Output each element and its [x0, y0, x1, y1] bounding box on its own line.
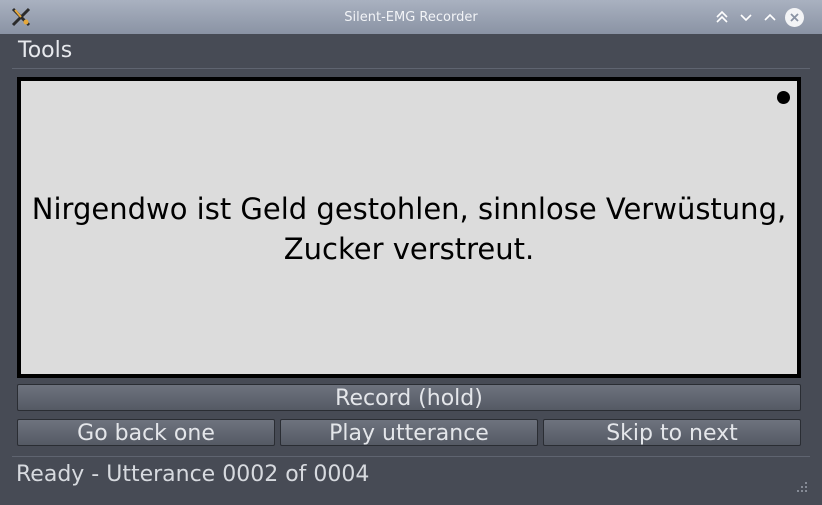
title-bar[interactable]: Silent-EMG Recorder — [0, 0, 822, 34]
record-button[interactable]: Record (hold) — [17, 384, 801, 411]
prompt-line-1: Nirgendwo ist Geld gestohlen, sinnlose V… — [31, 192, 787, 226]
prompt-display: Nirgendwo ist Geld gestohlen, sinnlose V… — [17, 77, 801, 378]
close-button[interactable] — [785, 8, 804, 27]
recording-dot-icon — [777, 91, 790, 104]
menubar-divider — [12, 68, 810, 69]
statusbar-divider — [12, 456, 810, 457]
play-utterance-button[interactable]: Play utterance — [280, 419, 538, 446]
menu-tools[interactable]: Tools — [18, 38, 72, 63]
skip-next-button[interactable]: Skip to next — [543, 419, 801, 446]
close-icon — [790, 13, 799, 22]
window-title: Silent-EMG Recorder — [344, 10, 478, 25]
keep-above-icon[interactable] — [713, 9, 731, 26]
resize-grip-icon[interactable] — [796, 481, 808, 493]
prompt-line-2: Zucker verstreut. — [283, 232, 535, 266]
status-text: Ready - Utterance 0002 of 0004 — [16, 462, 370, 487]
prompt-text: Nirgendwo ist Geld gestohlen, sinnlose V… — [31, 189, 787, 269]
maximize-icon[interactable] — [761, 9, 779, 26]
main-window: Silent-EMG Recorder Tools Nirgendwo ist … — [0, 0, 822, 505]
minimize-icon[interactable] — [737, 9, 755, 26]
go-back-button[interactable]: Go back one — [17, 419, 275, 446]
